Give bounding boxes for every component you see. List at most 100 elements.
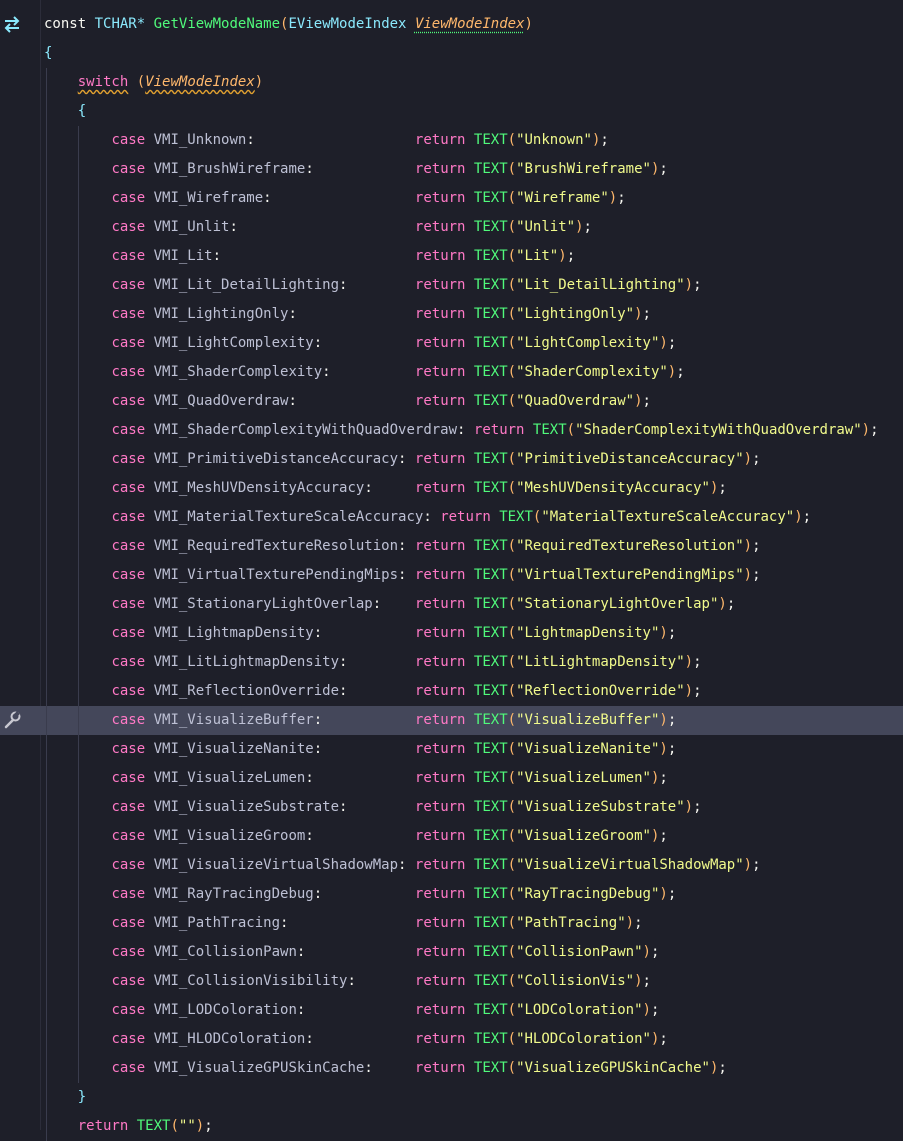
switch-line[interactable]: switch (ViewModeIndex): [0, 68, 903, 97]
code-token: ;: [718, 480, 727, 496]
open-brace-line[interactable]: {: [0, 39, 903, 68]
case-line[interactable]: case VMI_Wireframe: return TEXT("Wirefra…: [0, 184, 903, 213]
code-token: (: [507, 973, 517, 989]
switch-close-brace-line[interactable]: }: [0, 1083, 903, 1112]
keyword-case: case: [111, 364, 146, 380]
keyword-return: return: [414, 364, 466, 380]
code-token: ;: [642, 973, 651, 989]
case-line[interactable]: case VMI_LightComplexity: return TEXT("L…: [0, 329, 903, 358]
string-literal: "VisualizeLumen": [516, 770, 651, 786]
line-content: case VMI_Unknown: return TEXT("Unknown")…: [44, 126, 608, 155]
keyword-return: return: [414, 248, 466, 264]
case-line[interactable]: case VMI_VisualizeLumen: return TEXT("Vi…: [0, 764, 903, 793]
string-literal: "VisualizeVirtualShadowMap": [516, 857, 744, 873]
string-literal: "LightmapDensity": [516, 625, 660, 641]
case-line[interactable]: case VMI_ReflectionOverride: return TEXT…: [0, 677, 903, 706]
case-line[interactable]: case VMI_LitLightmapDensity: return TEXT…: [0, 648, 903, 677]
indent-guide: [46, 851, 47, 880]
keyword-case: case: [111, 306, 146, 322]
case-line[interactable]: case VMI_LightingOnly: return TEXT("Ligh…: [0, 300, 903, 329]
case-line[interactable]: case VMI_MaterialTextureScaleAccuracy: r…: [0, 503, 903, 532]
indent-guide: [78, 590, 79, 619]
string-literal: "VisualizeBuffer": [516, 712, 660, 728]
code-token: ): [684, 683, 694, 699]
case-line[interactable]: case VMI_VisualizeVirtualShadowMap: retu…: [0, 851, 903, 880]
case-line[interactable]: case VMI_Lit: return TEXT("Lit");: [0, 242, 903, 271]
case-enum-value: VMI_PathTracing: [153, 915, 281, 931]
case-line[interactable]: case VMI_BrushWireframe: return TEXT("Br…: [0, 155, 903, 184]
code-token: :: [305, 1031, 314, 1047]
case-line[interactable]: case VMI_LODColoration: return TEXT("LOD…: [0, 996, 903, 1025]
case-line[interactable]: case VMI_ShaderComplexityWithQuadOverdra…: [0, 416, 903, 445]
keyword-case: case: [111, 277, 146, 293]
case-line[interactable]: case VMI_ShaderComplexity: return TEXT("…: [0, 358, 903, 387]
case-line[interactable]: case VMI_PrimitiveDistanceAccuracy: retu…: [0, 445, 903, 474]
text-macro: TEXT: [532, 422, 567, 438]
keyword-return: return: [414, 451, 466, 467]
code-token: :: [347, 973, 356, 989]
case-line[interactable]: case VMI_MeshUVDensityAccuracy: return T…: [0, 474, 903, 503]
function-signature-line[interactable]: const TCHAR* GetViewModeName(EViewModeIn…: [0, 10, 903, 39]
case-line[interactable]: case VMI_QuadOverdraw: return TEXT("Quad…: [0, 387, 903, 416]
case-line[interactable]: case VMI_StationaryLightOverlap: return …: [0, 590, 903, 619]
wrench-icon[interactable]: [2, 710, 22, 730]
string-literal: "LitLightmapDensity": [516, 654, 685, 670]
case-line[interactable]: case VMI_RequiredTextureResolution: retu…: [0, 532, 903, 561]
case-line[interactable]: case VMI_Unlit: return TEXT("Unlit");: [0, 213, 903, 242]
case-line[interactable]: case VMI_VirtualTexturePendingMips: retu…: [0, 561, 903, 590]
case-line[interactable]: case VMI_RayTracingDebug: return TEXT("R…: [0, 880, 903, 909]
case-enum-value: VMI_Wireframe: [153, 190, 264, 206]
case-line[interactable]: case VMI_CollisionPawn: return TEXT("Col…: [0, 938, 903, 967]
case-line[interactable]: case VMI_VisualizeGPUSkinCache: return T…: [0, 1054, 903, 1083]
case-line[interactable]: case VMI_Lit_DetailLighting: return TEXT…: [0, 271, 903, 300]
string-literal: "Lit": [516, 248, 559, 264]
keyword-case: case: [111, 1031, 146, 1047]
code-token: :: [305, 161, 314, 177]
open-brace: {: [44, 45, 53, 61]
case-enum-value: VMI_HLODColoration: [153, 1031, 306, 1047]
string-literal: "StationaryLightOverlap": [516, 596, 719, 612]
final-return-line[interactable]: return TEXT("");: [0, 1112, 903, 1141]
text-macro: TEXT: [473, 1002, 508, 1018]
code-token: (: [507, 335, 517, 351]
case-line[interactable]: case VMI_CollisionVisibility: return TEX…: [0, 967, 903, 996]
case-line[interactable]: case VMI_VisualizeGroom: return TEXT("Vi…: [0, 822, 903, 851]
string-literal: "LODColoration": [516, 1002, 643, 1018]
text-macro: TEXT: [499, 509, 533, 525]
case-line[interactable]: case VMI_LightmapDensity: return TEXT("L…: [0, 619, 903, 648]
keyword-case: case: [111, 654, 146, 670]
keyword-case: case: [111, 886, 146, 902]
code-token: ): [608, 190, 618, 206]
code-editor[interactable]: const TCHAR* GetViewModeName (EViewModeIn…: [0, 0, 903, 1141]
case-enum-value: VMI_StationaryLightOverlap: [153, 596, 373, 612]
case-line[interactable]: case VMI_Unknown: return TEXT("Unknown")…: [0, 126, 903, 155]
text-macro: TEXT: [473, 1031, 508, 1047]
case-line[interactable]: case VMI_VisualizeSubstrate: return TEXT…: [0, 793, 903, 822]
case-line[interactable]: case VMI_VisualizeBuffer: return TEXT("V…: [0, 706, 903, 735]
keyword-return: return: [414, 625, 466, 641]
indent-guide: [46, 155, 47, 184]
code-token: :: [212, 248, 222, 264]
case-line[interactable]: case VMI_HLODColoration: return TEXT("HL…: [0, 1025, 903, 1054]
case-line[interactable]: case VMI_PathTracing: return TEXT("PathT…: [0, 909, 903, 938]
switch-arg: ViewModeIndex: [145, 74, 255, 90]
swap-arrows-icon[interactable]: [2, 14, 22, 34]
string-literal: "MeshUVDensityAccuracy": [516, 480, 710, 496]
switch-open-brace-line[interactable]: {: [0, 97, 903, 126]
case-line[interactable]: case VMI_VisualizeNanite: return TEXT("V…: [0, 735, 903, 764]
line-content: case VMI_Wireframe: return TEXT("Wirefra…: [44, 184, 625, 213]
keyword-case: case: [111, 335, 146, 351]
string-literal: "ReflectionOverride": [516, 683, 685, 699]
text-macro: TEXT: [473, 219, 508, 235]
indent-guide: [78, 445, 79, 474]
